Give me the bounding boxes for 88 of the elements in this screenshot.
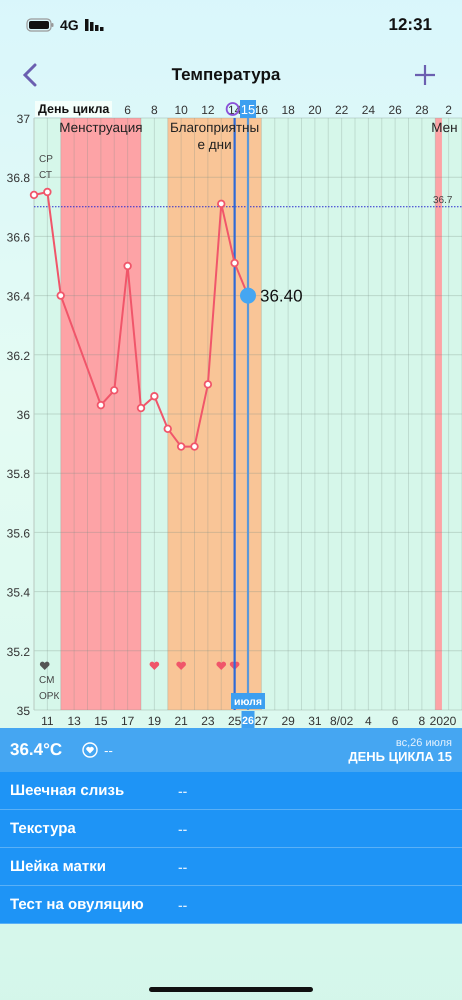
data-point [30,190,38,200]
axis-label: 11 [41,714,54,728]
axis-label: 17 [120,714,134,728]
data-point [190,442,199,451]
row-label: Шейка матки [10,858,107,875]
row-value: -- [178,782,188,798]
axis-label: 35.8 [6,467,30,482]
data-point [43,188,52,196]
data-point [110,386,118,395]
temperature-value: 36.4°C [10,740,62,760]
axis-label: 22 [334,103,348,117]
selected-day-tag: 15 [240,100,256,118]
axis-label: 8 [151,103,158,117]
axis-label: 36.6 [6,230,30,244]
detail-row[interactable]: Тест на овуляцию -- [0,886,462,924]
detail-row[interactable]: Шеечная слизь -- [0,772,462,810]
axis-label: 28 [415,103,429,117]
axis-title: День цикла [35,101,112,117]
year-label: 2020 [430,714,456,728]
data-point [150,392,159,400]
axis-label: 35.6 [6,526,30,540]
detail-row[interactable]: Текстура -- [0,810,462,848]
data-point [96,400,106,410]
back-icon[interactable] [22,63,38,87]
add-icon[interactable] [414,64,436,86]
data-point [164,424,172,433]
row-value: -- [178,820,188,836]
selected-month-tag: июля [231,693,265,709]
axis-label: 6 [392,714,398,728]
row-value: -- [178,858,188,874]
selected-date-tag: 26 [242,711,254,728]
axis-label: 18 [281,103,295,117]
side-label: ОРК [39,691,60,702]
axis-label: 29 [281,714,295,728]
axis-label: 31 [308,714,322,728]
axis-label: 16 [254,103,268,117]
axis-label: 35 [16,704,30,718]
mucus-value: -- [104,742,113,758]
data-point [230,258,239,268]
axis-label: 19 [148,714,162,728]
data-point [123,262,132,270]
axis-label: 8/02 [330,714,354,728]
cycle-day-label: ДЕНЬ ЦИКЛА 15 [348,748,452,764]
axis-label: 4 [365,714,372,728]
axis-label: 36 [16,408,30,422]
date-label: вс,26 июля [396,736,452,748]
side-label: СМ [39,675,54,686]
axis-label: 15 [94,714,108,728]
data-point [176,442,186,451]
axis-label: 37 [16,112,30,126]
signal-icon [84,19,105,31]
clock: 12:31 [388,15,432,35]
axis-label: 23 [201,714,215,728]
axis-label: 10 [174,103,188,117]
axis-label: 20 [308,103,322,117]
axis-label: 24 [362,103,376,117]
axis-label: 12 [201,103,215,117]
band-label: Мен [431,119,459,136]
axis-label: 36.4 [6,290,30,304]
data-point [217,200,226,208]
row-label: Текстура [10,820,77,837]
selected-value: 36.40 [260,286,303,306]
row-label: Шеечная слизь [10,782,126,799]
axis-label: 21 [174,714,188,728]
axis-label: 35.2 [6,644,30,659]
axis-label: 8 [418,714,426,728]
axis-label: 36.8 [6,171,30,186]
reference-label: 36.7 [433,194,452,206]
axis-label: 27 [254,714,268,728]
network-label: 4G [60,17,79,33]
axis-label: 35.4 [6,586,30,600]
axis-label: 36.2 [6,348,30,363]
battery-icon [26,18,54,32]
detail-row[interactable]: Шейка матки -- [0,848,462,886]
side-label: СТ [39,170,52,181]
data-point [204,380,212,389]
data-point [136,404,146,412]
axis-label: 26 [388,103,402,117]
band-label: Менструация [58,119,144,136]
row-value: -- [178,896,188,912]
axis-label: 2 [445,103,452,117]
axis-label: 25 [228,714,242,728]
side-label: СР [39,154,53,165]
axis-label: 6 [124,103,131,117]
row-label: Тест на овуляцию [10,896,145,913]
data-point [56,291,65,300]
page-title: Температура [172,65,280,85]
axis-label: 13 [67,714,81,728]
